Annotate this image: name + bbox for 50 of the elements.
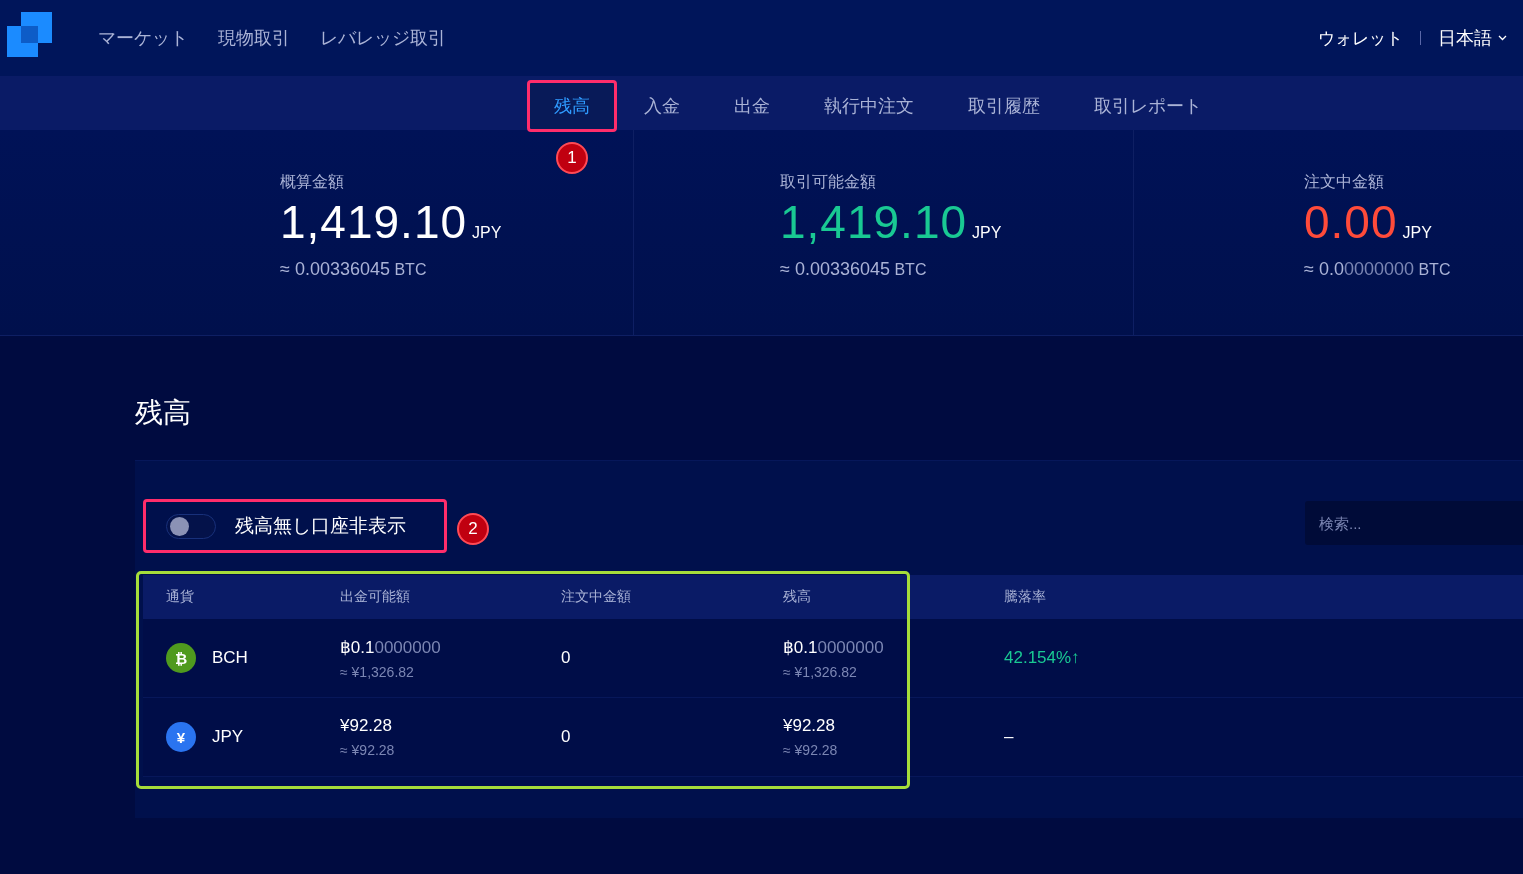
search-field[interactable]: 検索...	[1305, 501, 1523, 545]
nav-link[interactable]: レバレッジ取引	[320, 26, 446, 50]
wallet-link[interactable]: ウォレット	[1318, 26, 1403, 50]
currency-code: JPY	[212, 727, 244, 747]
table-cell: 0	[561, 727, 571, 746]
tab[interactable]: 出金	[707, 80, 797, 132]
column-header: 残高	[782, 588, 812, 606]
btc-estimate: ≈ 0.00000000 BTC	[1304, 259, 1452, 280]
amount-text: ฿0.10000000	[340, 636, 442, 658]
nav-link[interactable]: マーケット	[98, 26, 188, 50]
summary-label: 注文中金額	[1304, 172, 1385, 192]
nav-link[interactable]: 現物取引	[218, 26, 290, 50]
summary-amount: 1,419.10	[780, 195, 968, 249]
table-cell: 0	[561, 648, 571, 667]
yen-estimate: ≈ ¥1,326.82	[340, 663, 415, 680]
amount-text: ¥92.28	[783, 716, 836, 736]
yen-estimate: ≈ ¥92.28	[783, 742, 839, 758]
column-header: 通貨	[165, 588, 195, 606]
tab[interactable]: 執行中注文	[797, 80, 941, 132]
section-title: 残高	[135, 396, 192, 430]
btc-estimate: ≈ 0.00336045 BTC	[780, 259, 928, 280]
btc-estimate: ≈ 0.00336045 BTC	[280, 259, 428, 280]
caret-icon	[1498, 35, 1507, 41]
language-selector[interactable]: 日本語	[1438, 26, 1507, 50]
tab[interactable]: 残高	[527, 80, 617, 132]
coin-icon: ¥	[166, 722, 196, 752]
summary-label: 概算金額	[280, 172, 345, 192]
currency-unit: JPY	[972, 224, 1002, 242]
currency-unit: JPY	[472, 224, 502, 242]
yen-estimate: ≈ ¥1,326.82	[783, 663, 858, 680]
column-header: 騰落率	[1003, 588, 1047, 606]
column-header: 注文中金額	[560, 588, 632, 606]
change-rate: –	[1004, 727, 1014, 746]
summary-amount: 1,419.10	[280, 195, 468, 249]
toggle-label: 残高無し口座非表示	[235, 514, 406, 538]
coin-icon: ₿	[166, 643, 196, 673]
summary-amount: 0.00	[1304, 195, 1398, 249]
tab[interactable]: 取引レポート	[1067, 80, 1229, 132]
tab[interactable]: 入金	[617, 80, 707, 132]
toggle-switch[interactable]	[166, 513, 216, 539]
logo-icon[interactable]	[7, 11, 52, 57]
currency-code: BCH	[212, 648, 248, 668]
amount-text: ¥92.28	[340, 716, 393, 736]
change-rate: 42.154%↑	[1004, 648, 1080, 667]
amount-text: ฿0.10000000	[783, 636, 885, 658]
tab[interactable]: 取引履歴	[941, 80, 1067, 132]
currency-unit: JPY	[1402, 224, 1432, 242]
yen-estimate: ≈ ¥92.28	[340, 742, 396, 758]
column-header: 出金可能額	[339, 588, 411, 606]
summary-label: 取引可能金額	[780, 172, 877, 192]
